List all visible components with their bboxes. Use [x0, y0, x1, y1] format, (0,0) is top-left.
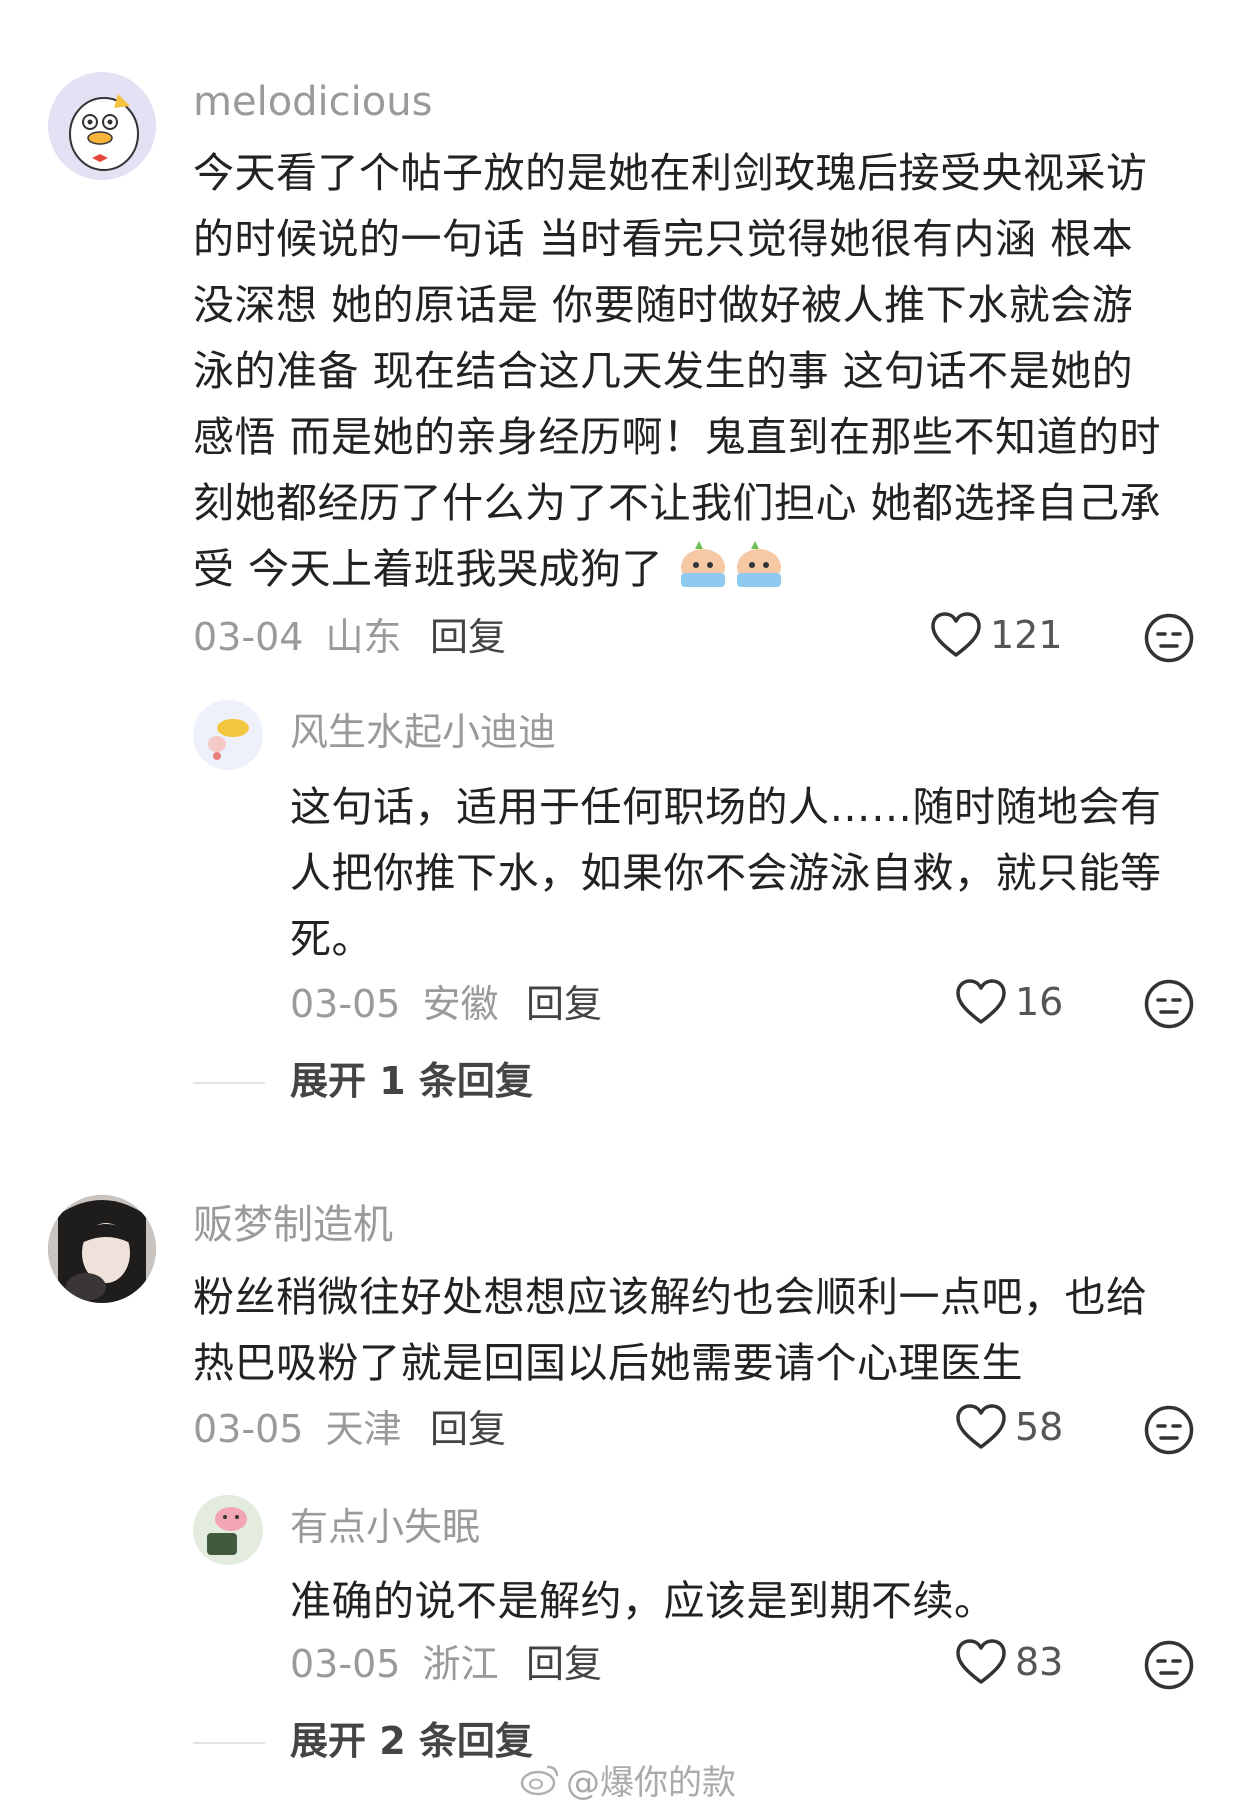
comment-text-line: 感悟 而是她的亲身经历啊！鬼直到在那些不知道的时: [193, 413, 1162, 461]
reply-button[interactable]: 回复: [526, 1645, 602, 1683]
reply-date: 03-05: [290, 1642, 401, 1686]
like-count: 83: [1015, 1640, 1064, 1684]
comment-text: 粉丝稍微往好处想想应该解约也会顺利一点吧，也给 热巴吸粉了就是回国以后她需要请个…: [193, 1264, 1213, 1396]
comment-text: 今天看了个帖子放的是她在利剑玫瑰后接受央视采访 的时候说的一句话 当时看完只觉得…: [193, 140, 1213, 608]
like-button[interactable]: 16: [955, 978, 1063, 1026]
like-button[interactable]: 58: [955, 1403, 1063, 1451]
like-count: 58: [1015, 1405, 1064, 1449]
gold-ingot-avatar-icon: [193, 700, 263, 770]
meh-face-icon: [1144, 1640, 1194, 1690]
watermark: @爆你的款: [520, 1755, 736, 1804]
reply-text-line: 准确的说不是解约，应该是到期不续。: [290, 1577, 996, 1625]
reply-button[interactable]: 回复: [430, 618, 506, 656]
comment-meta: 03-05 天津: [193, 1410, 402, 1448]
expand-replies-button[interactable]: 展开 1 条回复: [290, 1062, 533, 1100]
comment-username[interactable]: melodicious: [193, 82, 432, 122]
comment-location: 天津: [325, 1407, 402, 1451]
comment-text-line: 刻她都经历了什么为了不让我们担心 她都选择自己承: [193, 479, 1162, 527]
comment-date: 03-04: [193, 615, 304, 659]
avatar-reply-1[interactable]: [193, 700, 263, 770]
like-count: 121: [990, 613, 1063, 657]
comment-username[interactable]: 贩梦制造机: [193, 1205, 393, 1245]
comment-text-line: 泳的准备 现在结合这几天发生的事 这句话不是她的: [193, 347, 1134, 395]
avatar-dream-seller[interactable]: [48, 1195, 156, 1303]
comment-text-line-last: 受 今天上着班我哭成狗了: [193, 536, 1213, 608]
heart-outline-icon: [931, 612, 981, 657]
reply-text: 这句话，适用于任何职场的人……随时随地会有 人把你推下水，如果你不会游泳自救，就…: [290, 774, 1220, 972]
reply-button[interactable]: 回复: [430, 1410, 506, 1448]
dislike-button[interactable]: [1143, 1404, 1195, 1460]
avatar-reply-2[interactable]: [193, 1495, 263, 1565]
reply-text-line: 死。: [290, 915, 373, 963]
crying-emoji-icon: [677, 537, 785, 608]
cartoon-pig-avatar-icon: [193, 1495, 263, 1565]
duck-avatar-icon: [48, 72, 156, 180]
reply-date: 03-05: [290, 982, 401, 1026]
like-count: 16: [1015, 980, 1064, 1024]
portrait-avatar-icon: [48, 1195, 156, 1303]
like-button[interactable]: 83: [955, 1638, 1063, 1686]
comment-text-line: 今天看了个帖子放的是她在利剑玫瑰后接受央视采访: [193, 149, 1148, 197]
heart-outline-icon: [956, 1404, 1006, 1449]
reply-button[interactable]: 回复: [526, 985, 602, 1023]
reply-text: 准确的说不是解约，应该是到期不续。: [290, 1568, 1220, 1634]
dislike-button[interactable]: [1143, 1639, 1195, 1695]
heart-outline-icon: [956, 979, 1006, 1024]
expand-replies-button[interactable]: 展开 2 条回复: [290, 1722, 533, 1760]
watermark-text: @爆你的款: [566, 1763, 736, 1803]
reply-username[interactable]: 有点小失眠: [290, 1508, 480, 1546]
like-button[interactable]: 121: [930, 611, 1063, 659]
reply-location: 安徽: [422, 982, 499, 1026]
meh-face-icon: [1144, 979, 1194, 1029]
expand-divider: [193, 1742, 265, 1744]
comment-date: 03-05: [193, 1407, 304, 1451]
reply-meta: 03-05 安徽: [290, 985, 499, 1023]
expand-divider: [193, 1082, 265, 1084]
dislike-button[interactable]: [1143, 978, 1195, 1034]
reply-text-line: 这句话，适用于任何职场的人……随时随地会有: [290, 783, 1162, 831]
reply-username[interactable]: 风生水起小迪迪: [290, 713, 556, 751]
dislike-button[interactable]: [1143, 612, 1195, 668]
comment-text-line: 粉丝稍微往好处想想应该解约也会顺利一点吧，也给: [193, 1273, 1148, 1321]
comment-location: 山东: [325, 615, 402, 659]
comment-text-line: 受 今天上着班我哭成狗了: [193, 545, 664, 593]
comment-text-line: 的时候说的一句话 当时看完只觉得她很有内涵 根本: [193, 215, 1134, 263]
meh-face-icon: [1144, 1405, 1194, 1455]
reply-text-line: 人把你推下水，如果你不会游泳自救，就只能等: [290, 849, 1162, 897]
reply-location: 浙江: [422, 1642, 499, 1686]
avatar-melodicious[interactable]: [48, 72, 156, 180]
heart-outline-icon: [956, 1639, 1006, 1684]
comment-text-line: 热巴吸粉了就是回国以后她需要请个心理医生: [193, 1339, 1023, 1387]
comment-text-line: 没深想 她的原话是 你要随时做好被人推下水就会游: [193, 281, 1134, 329]
comment-meta: 03-04 山东: [193, 618, 402, 656]
reply-meta: 03-05 浙江: [290, 1645, 499, 1683]
meh-face-icon: [1144, 613, 1194, 663]
weibo-logo-icon: [520, 1765, 559, 1795]
